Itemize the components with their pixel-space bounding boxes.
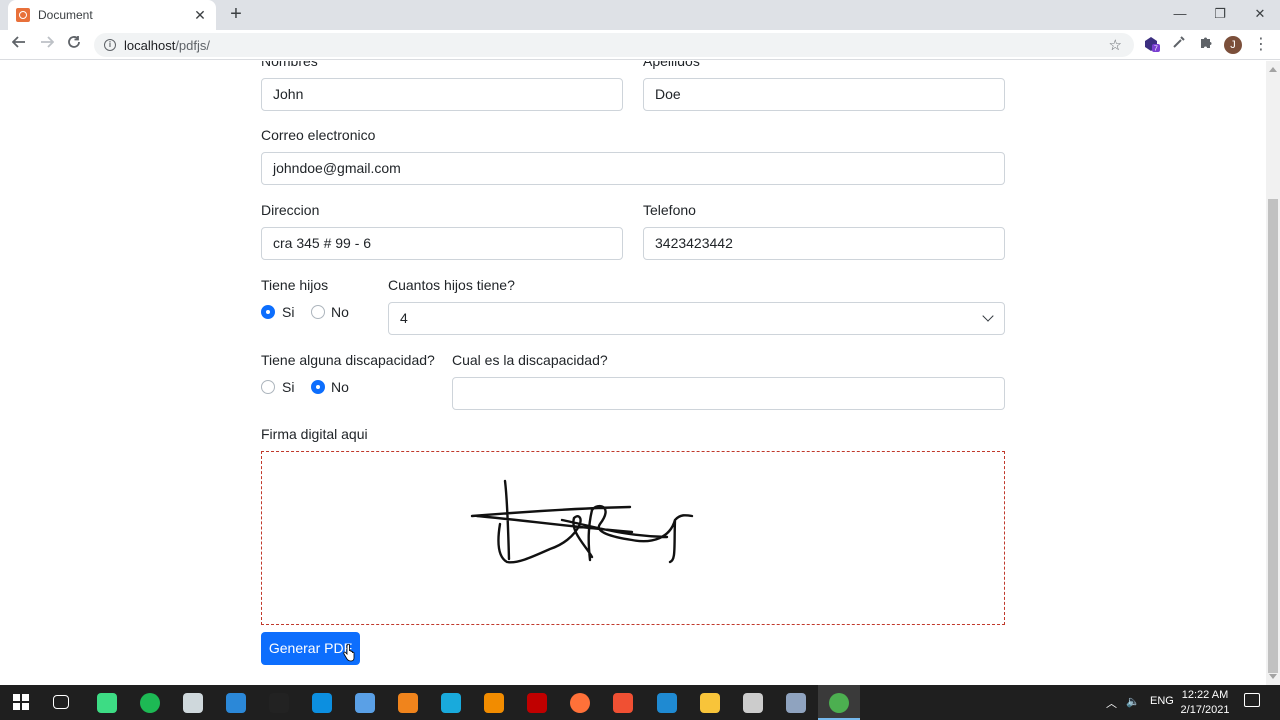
extension-badge-icon[interactable]: 7	[1142, 35, 1162, 55]
cisco-app-icon[interactable]	[441, 693, 461, 713]
extensions-puzzle-icon[interactable]	[1196, 35, 1216, 55]
clock-date: 2/17/2021	[1180, 704, 1230, 716]
back-icon[interactable]	[8, 35, 30, 55]
android-studio-icon[interactable]	[97, 693, 117, 713]
discapacidad-si-label[interactable]: Si	[282, 379, 294, 395]
git-gui-icon[interactable]	[613, 693, 633, 713]
nombres-label: Nombres	[261, 61, 318, 69]
terminal-icon[interactable]	[269, 693, 289, 713]
more-menu-icon[interactable]: ⋮	[1251, 35, 1271, 55]
page-scrollbar[interactable]	[1266, 61, 1280, 685]
virtualbox-icon[interactable]	[355, 693, 375, 713]
firma-label: Firma digital aqui	[261, 426, 368, 442]
task-view-icon[interactable]	[53, 695, 69, 709]
close-window-button[interactable]: ✕	[1246, 4, 1274, 24]
url-text: localhost/pdfjs/	[124, 38, 210, 53]
correo-label: Correo electronico	[261, 127, 376, 143]
discapacidad-label: Tiene alguna discapacidad?	[261, 352, 435, 368]
url-host: localhost	[124, 37, 176, 53]
address-bar[interactable]: i localhost/pdfjs/ ☆	[94, 33, 1134, 57]
scrollbar-thumb[interactable]	[1268, 199, 1278, 673]
edge-icon[interactable]	[312, 693, 332, 713]
spotify-icon[interactable]	[140, 693, 160, 713]
tab-strip: Document ✕ + — ❐ ✕	[0, 0, 1280, 30]
reload-icon[interactable]	[63, 35, 85, 55]
signature-pad[interactable]	[261, 451, 1005, 625]
windows-start-icon[interactable]	[12, 693, 32, 713]
clock-time: 12:22 AM	[1181, 689, 1229, 701]
windows-taskbar: ︿ 🔈 ENG 12:22 AM 2/17/2021	[0, 685, 1280, 720]
tray-chevron-icon[interactable]: ︿	[1106, 695, 1117, 711]
direccion-input[interactable]: cra 345 # 99 - 6	[261, 227, 623, 260]
extension-badge-count: 7	[1154, 46, 1158, 53]
eyedropper-icon[interactable]	[1169, 35, 1189, 55]
vscode-icon[interactable]	[657, 693, 677, 713]
forward-icon[interactable]	[36, 35, 58, 55]
notifications-icon[interactable]	[1244, 693, 1260, 707]
cuantos-selected-value: 4	[400, 310, 408, 326]
file-explorer-icon[interactable]	[700, 693, 720, 713]
profile-avatar[interactable]: J	[1224, 36, 1242, 54]
xampp-favicon-icon	[16, 8, 30, 22]
cuantos-label: Cuantos hijos tiene?	[388, 277, 515, 293]
site-info-icon[interactable]: i	[104, 39, 116, 51]
apellidos-input[interactable]: Doe	[643, 78, 1005, 111]
files-app-icon[interactable]	[183, 693, 203, 713]
tab-title: Document	[38, 8, 93, 22]
hijos-si-label[interactable]: Si	[282, 304, 294, 320]
discapacidad-si-radio[interactable]	[261, 380, 275, 394]
scroll-up-arrow-icon[interactable]	[1269, 67, 1277, 72]
telefono-input[interactable]: 3423423442	[643, 227, 1005, 260]
signature-drawing	[470, 479, 694, 564]
cual-input[interactable]	[452, 377, 1005, 410]
direccion-label: Direccion	[261, 202, 320, 218]
browser-tab[interactable]: Document ✕	[8, 0, 216, 30]
apellidos-label: Apellidos	[643, 61, 700, 69]
correo-input[interactable]: johndoe@gmail.com	[261, 152, 1005, 185]
cual-label: Cual es la discapacidad?	[452, 352, 608, 368]
hand-cursor-icon	[343, 644, 355, 662]
browser-toolbar: i localhost/pdfjs/ ☆ 7 J ⋮	[0, 30, 1280, 60]
vlc-icon[interactable]	[484, 693, 504, 713]
discapacidad-no-label[interactable]: No	[331, 379, 349, 395]
volume-icon[interactable]: 🔈	[1126, 695, 1140, 708]
remote-app-icon[interactable]	[786, 693, 806, 713]
system-clock[interactable]: 12:22 AM 2/17/2021	[1176, 688, 1234, 718]
filezilla-icon[interactable]	[527, 693, 547, 713]
hijos-no-label[interactable]: No	[331, 304, 349, 320]
mail-icon[interactable]	[226, 693, 246, 713]
page-content: Nombres Apellidos John Doe Correo electr…	[0, 61, 1266, 685]
nombres-input[interactable]: John	[261, 78, 623, 111]
chrome-icon[interactable]	[829, 693, 849, 713]
chevron-down-icon	[982, 310, 994, 322]
minimize-button[interactable]: —	[1166, 4, 1194, 24]
new-tab-button[interactable]: +	[226, 4, 246, 24]
obs-icon[interactable]	[743, 693, 763, 713]
scroll-down-arrow-icon[interactable]	[1269, 674, 1277, 679]
cuantos-select[interactable]: 4	[388, 302, 1005, 335]
tab-close-icon[interactable]: ✕	[192, 7, 208, 24]
language-indicator[interactable]: ENG	[1150, 695, 1174, 707]
bookmark-star-icon[interactable]: ☆	[1109, 36, 1122, 54]
restore-button[interactable]: ❐	[1206, 4, 1234, 24]
discapacidad-no-radio[interactable]	[311, 380, 325, 394]
hijos-label: Tiene hijos	[261, 277, 329, 293]
hijos-si-radio[interactable]	[261, 305, 275, 319]
telefono-label: Telefono	[643, 202, 696, 218]
url-path: /pdfjs/	[175, 37, 210, 53]
sublime-text-icon[interactable]	[398, 693, 418, 713]
hijos-no-radio[interactable]	[311, 305, 325, 319]
firefox-icon[interactable]	[570, 693, 590, 713]
